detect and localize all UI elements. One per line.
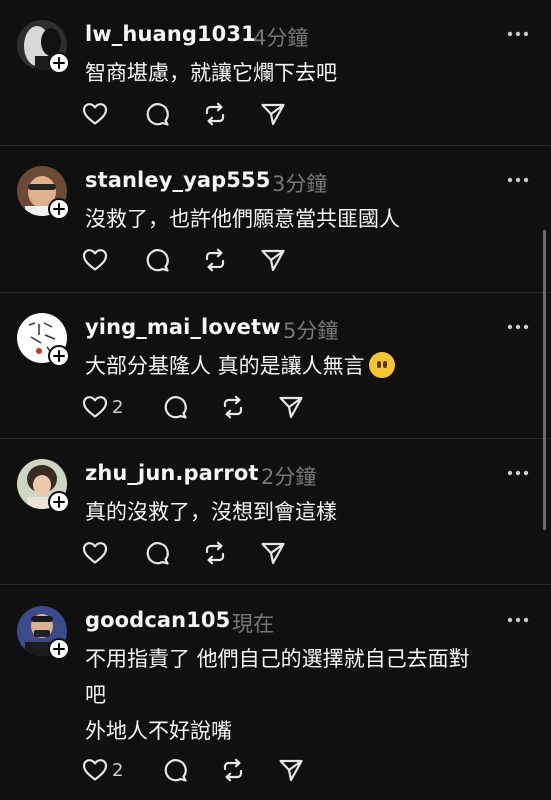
comment-icon <box>146 103 169 126</box>
more-dots-icon[interactable] <box>507 30 529 38</box>
reply-text-content: 大部分基隆人 真的是讓人無言 <box>85 354 365 378</box>
reply-text-line: 大部分基隆人 真的是讓人無言 <box>85 348 395 384</box>
timestamp: 現在 <box>232 612 274 636</box>
timestamp: 2分鐘 <box>261 465 317 489</box>
speechless-face-emoji-icon <box>368 352 395 378</box>
reply-text: 真的沒救了，沒想到會這樣 <box>85 494 337 530</box>
reply-post: lw_huang1031 4分鐘 智商堪慮，就讓它爛下去吧 <box>0 20 551 145</box>
heart-icon <box>82 396 108 418</box>
divider <box>0 438 551 439</box>
repost-button[interactable] <box>202 100 228 128</box>
send-icon <box>279 396 303 419</box>
follow-plus-icon[interactable] <box>48 198 70 220</box>
comment-icon <box>164 396 187 419</box>
heart-icon <box>82 542 108 564</box>
send-icon <box>261 542 285 565</box>
reply-post: stanley_yap555 3分鐘 沒救了，也許他們願意當共匪國人 <box>0 166 551 291</box>
reply-feed: lw_huang1031 4分鐘 智商堪慮，就讓它爛下去吧 stanley_ya… <box>0 0 551 800</box>
repost-button[interactable] <box>220 393 246 421</box>
username[interactable]: goodcan105 <box>85 608 230 632</box>
share-button[interactable] <box>260 246 286 274</box>
repost-icon <box>205 248 225 272</box>
repost-icon <box>223 395 243 419</box>
repost-icon <box>205 541 225 565</box>
share-button[interactable] <box>260 539 286 567</box>
send-icon <box>279 759 303 782</box>
like-button[interactable]: 2 <box>82 756 123 784</box>
more-dots-icon[interactable] <box>507 616 529 624</box>
like-button[interactable] <box>82 246 108 274</box>
like-button[interactable] <box>82 100 108 128</box>
divider <box>0 584 551 585</box>
reply-text-line: 不用指責了 他們自己的選擇就自己去面對 <box>85 647 470 671</box>
reply-text: 沒救了，也許他們願意當共匪國人 <box>85 201 400 237</box>
comment-icon <box>146 542 169 565</box>
more-dots-icon[interactable] <box>507 176 529 184</box>
follow-plus-icon[interactable] <box>48 52 70 74</box>
reply-button[interactable] <box>144 100 170 128</box>
heart-icon <box>82 759 108 781</box>
like-count: 2 <box>112 759 124 781</box>
username[interactable]: zhu_jun.parrot <box>85 461 258 485</box>
comment-icon <box>146 249 169 272</box>
reply-text: 智商堪慮，就讓它爛下去吧 <box>85 55 337 91</box>
divider <box>0 292 551 293</box>
reply-text-line: 真的沒救了，沒想到會這樣 <box>85 500 337 524</box>
more-dots-icon[interactable] <box>507 323 529 331</box>
reply-post: zhu_jun.parrot 2分鐘 真的沒救了，沒想到會這樣 <box>0 459 551 584</box>
reply-text-line: 智商堪慮，就讓它爛下去吧 <box>85 61 337 85</box>
follow-plus-icon[interactable] <box>48 345 70 367</box>
like-button[interactable] <box>82 539 108 567</box>
share-button[interactable] <box>278 756 304 784</box>
like-button[interactable]: 2 <box>82 393 123 421</box>
like-count: 2 <box>112 396 124 418</box>
repost-icon <box>223 758 243 782</box>
more-dots-icon[interactable] <box>507 469 529 477</box>
follow-plus-icon[interactable] <box>48 638 70 660</box>
divider <box>0 145 551 146</box>
comment-icon <box>164 759 187 782</box>
repost-button[interactable] <box>220 756 246 784</box>
reply-button[interactable] <box>162 393 188 421</box>
repost-icon <box>205 102 225 126</box>
reply-text: 大部分基隆人 真的是讓人無言 <box>85 348 395 384</box>
share-button[interactable] <box>278 393 304 421</box>
username[interactable]: stanley_yap555 <box>85 168 270 192</box>
send-icon <box>261 249 285 272</box>
username[interactable]: lw_huang1031 <box>85 22 256 46</box>
repost-button[interactable] <box>202 539 228 567</box>
reply-post: ying_mai_lovetw 5分鐘 大部分基隆人 真的是讓人無言 2 <box>0 313 551 438</box>
heart-icon <box>82 103 108 125</box>
reply-button[interactable] <box>144 539 170 567</box>
repost-button[interactable] <box>202 246 228 274</box>
follow-plus-icon[interactable] <box>48 491 70 513</box>
reply-post: goodcan105 現在 不用指責了 他們自己的選擇就自己去面對 吧 外地人不… <box>0 606 551 800</box>
reply-text-line: 沒救了，也許他們願意當共匪國人 <box>85 207 400 231</box>
reply-button[interactable] <box>162 756 188 784</box>
reply-text-line: 外地人不好說嘴 <box>85 719 232 743</box>
timestamp: 3分鐘 <box>272 172 328 196</box>
share-button[interactable] <box>260 100 286 128</box>
send-icon <box>261 103 285 126</box>
username[interactable]: ying_mai_lovetw <box>85 315 281 339</box>
reply-text-line: 吧 <box>85 683 106 707</box>
timestamp: 4分鐘 <box>253 26 309 50</box>
heart-icon <box>82 249 108 271</box>
reply-text: 不用指責了 他們自己的選擇就自己去面對 吧 外地人不好說嘴 <box>85 641 470 749</box>
scrollbar[interactable] <box>543 230 546 530</box>
timestamp: 5分鐘 <box>283 319 339 343</box>
reply-button[interactable] <box>144 246 170 274</box>
